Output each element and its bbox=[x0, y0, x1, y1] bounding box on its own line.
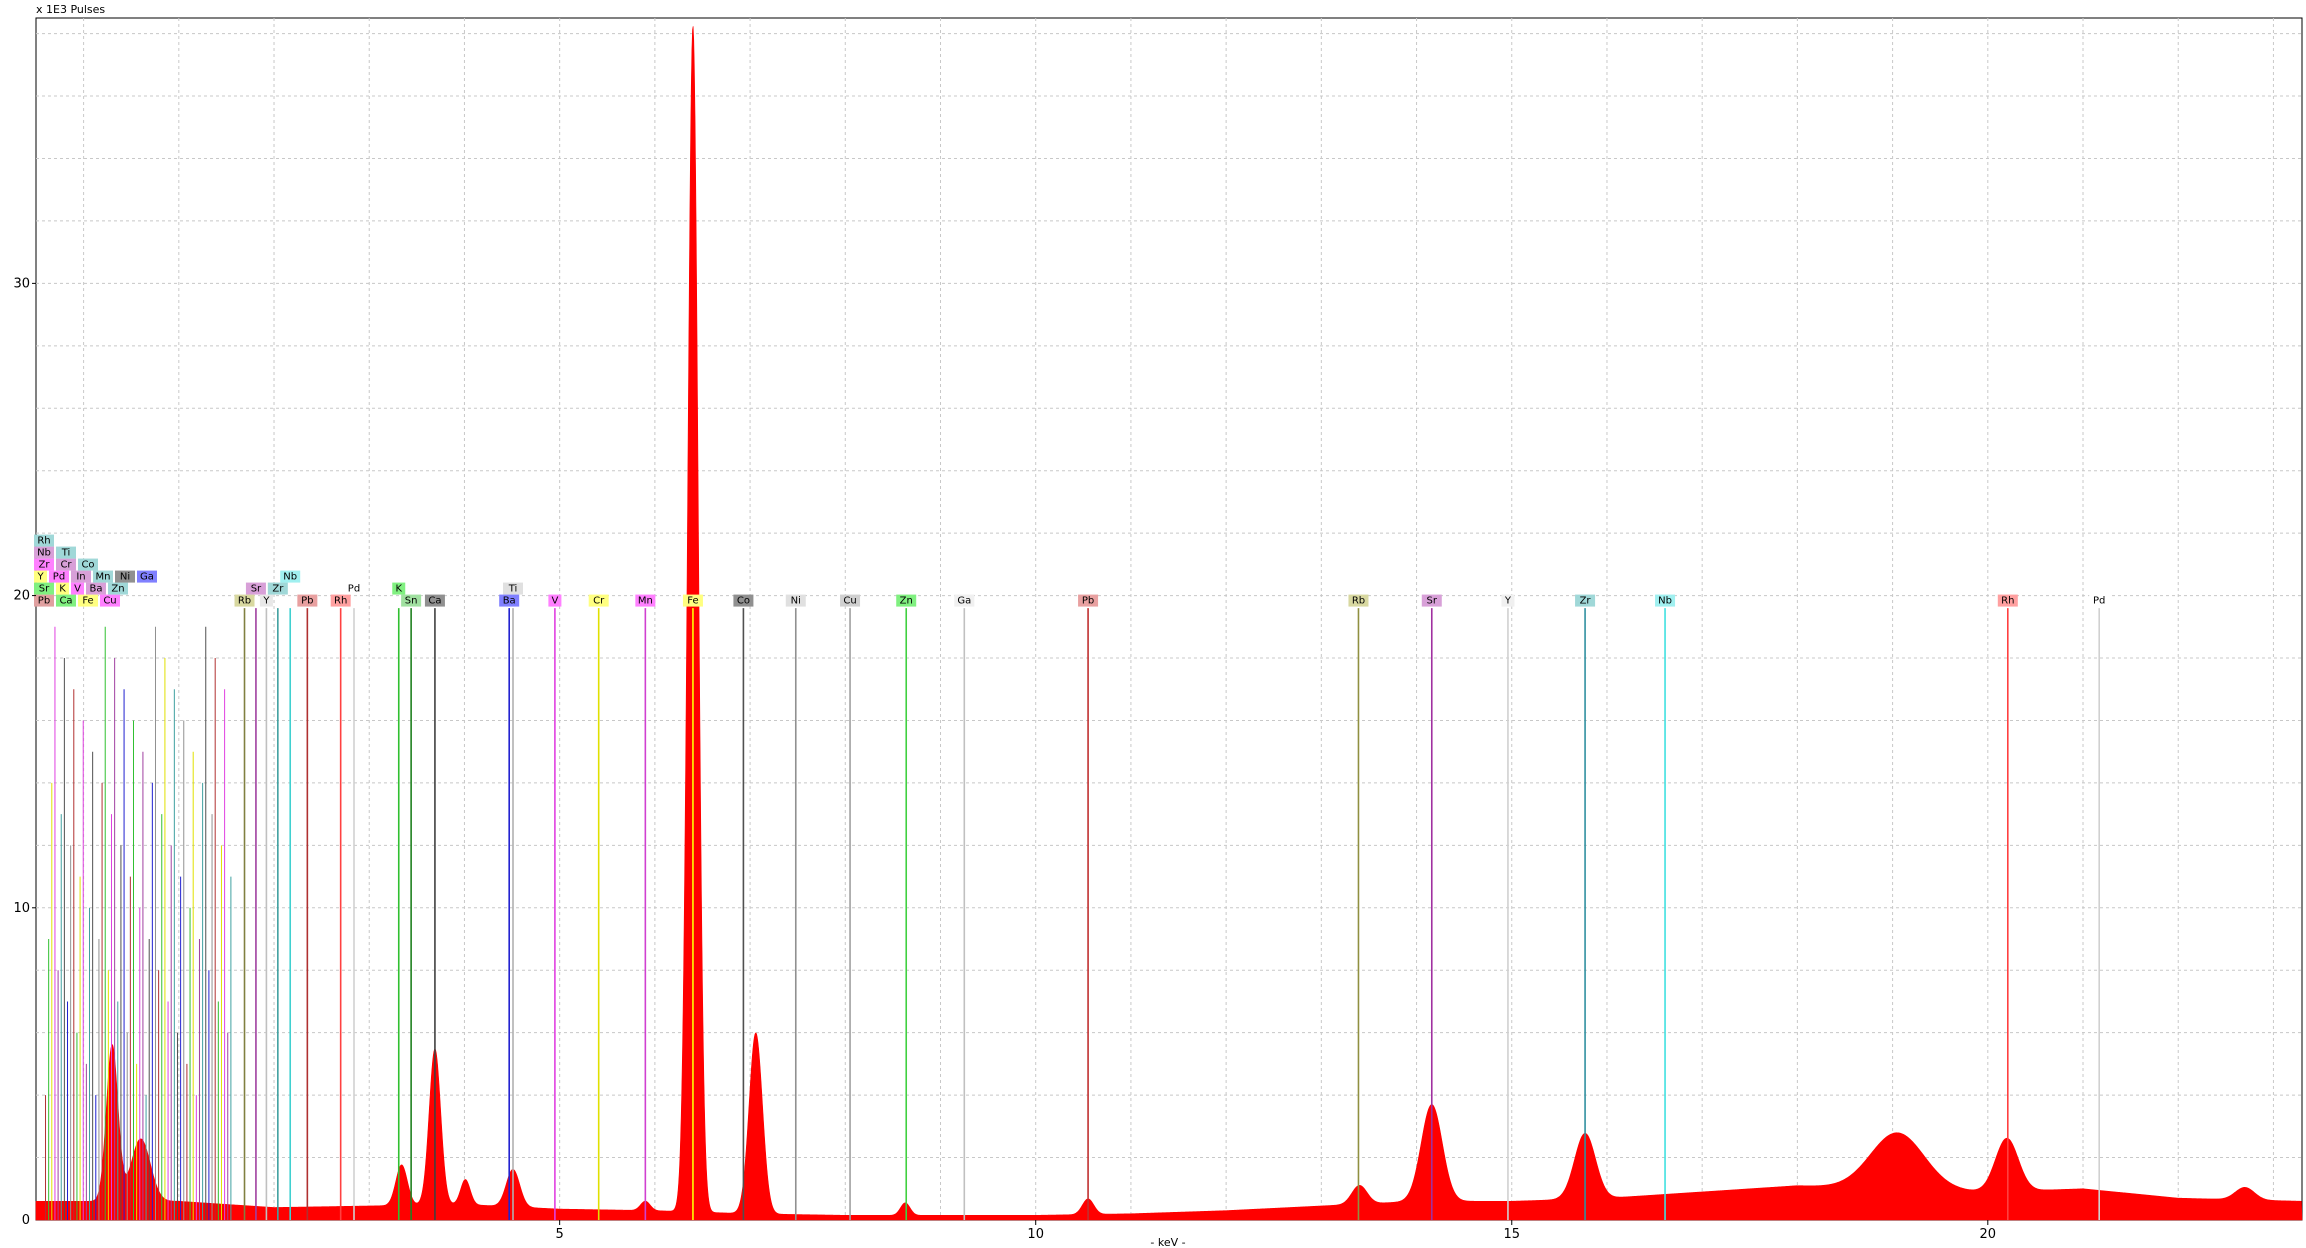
cluster-label: Rh bbox=[37, 536, 50, 547]
cluster-label: Ti bbox=[61, 548, 71, 559]
cluster-label: Ni bbox=[120, 572, 130, 583]
marker-label: V bbox=[551, 596, 558, 607]
marker-label: Zr bbox=[272, 584, 284, 595]
cluster-label: Zr bbox=[39, 560, 51, 571]
cluster-label: Zn bbox=[111, 584, 124, 595]
marker-label: Pb bbox=[301, 596, 313, 607]
cluster-label: Co bbox=[81, 560, 94, 571]
y-tick-label: 20 bbox=[13, 589, 30, 604]
x-tick-label: 15 bbox=[1503, 1227, 1520, 1242]
y-tick-label: 30 bbox=[13, 276, 30, 291]
cluster-label: Ba bbox=[90, 584, 103, 595]
cluster-label: Nb bbox=[37, 548, 51, 559]
cluster-label: Sr bbox=[39, 584, 50, 595]
cluster-label: Ca bbox=[59, 596, 72, 607]
marker-label: Rb bbox=[238, 596, 251, 607]
marker-label: Pb bbox=[1082, 596, 1094, 607]
cluster-label: V bbox=[74, 584, 81, 595]
marker-label: Cr bbox=[593, 596, 605, 607]
marker-label: Rh bbox=[334, 596, 347, 607]
marker-label: Ca bbox=[428, 596, 441, 607]
marker-label: Nb bbox=[283, 572, 297, 583]
cluster-label: Cu bbox=[103, 596, 116, 607]
marker-label: Sr bbox=[1427, 596, 1438, 607]
marker-label: Ga bbox=[957, 596, 971, 607]
marker-label: Pd bbox=[348, 584, 360, 595]
cluster-label: Cr bbox=[60, 560, 72, 571]
marker-label: Zr bbox=[1580, 596, 1592, 607]
marker-label: Sr bbox=[251, 584, 262, 595]
marker-label: Nb bbox=[1658, 596, 1672, 607]
cluster-label: Pb bbox=[38, 596, 50, 607]
cluster-label: In bbox=[76, 572, 85, 583]
marker-label: Ba bbox=[503, 596, 516, 607]
x-tick-label: 5 bbox=[556, 1227, 564, 1242]
y-tick-label-zero: 0 bbox=[22, 1213, 30, 1228]
cluster-label: Fe bbox=[82, 596, 93, 607]
cluster-label: Pd bbox=[53, 572, 65, 583]
marker-label: Rb bbox=[1352, 596, 1365, 607]
marker-label: Rh bbox=[2001, 596, 2014, 607]
marker-label: Ti bbox=[508, 584, 518, 595]
marker-label: Co bbox=[737, 596, 750, 607]
y-axis-label: x 1E3 Pulses bbox=[36, 3, 105, 16]
marker-label: Sn bbox=[405, 596, 418, 607]
marker-label: Mn bbox=[638, 596, 653, 607]
marker-label: Pd bbox=[2093, 596, 2105, 607]
x-axis-label: - keV - bbox=[1150, 1236, 1185, 1248]
x-tick-label: 20 bbox=[1980, 1227, 1997, 1242]
spectrum-chart: Rb YSr ZrNbPb RhPd KSn CaTiBa V Cr Mn Fe Co Ni Cu Zn G… bbox=[13, 3, 2303, 1248]
marker-label: Y bbox=[262, 596, 270, 607]
marker-label: Cu bbox=[843, 596, 856, 607]
marker-label: Zn bbox=[900, 596, 913, 607]
marker-label: Fe bbox=[687, 596, 698, 607]
plot-area bbox=[35, 17, 2303, 1221]
y-tick-label: 10 bbox=[13, 901, 30, 916]
x-tick-label: 10 bbox=[1027, 1227, 1044, 1242]
cluster-label: Ga bbox=[140, 572, 154, 583]
cluster-label: Y bbox=[36, 572, 44, 583]
cluster-label: K bbox=[59, 584, 66, 595]
cluster-label: Mn bbox=[96, 572, 111, 583]
marker-label: K bbox=[395, 584, 402, 595]
marker-label: Ni bbox=[791, 596, 801, 607]
marker-label: Y bbox=[1504, 596, 1512, 607]
